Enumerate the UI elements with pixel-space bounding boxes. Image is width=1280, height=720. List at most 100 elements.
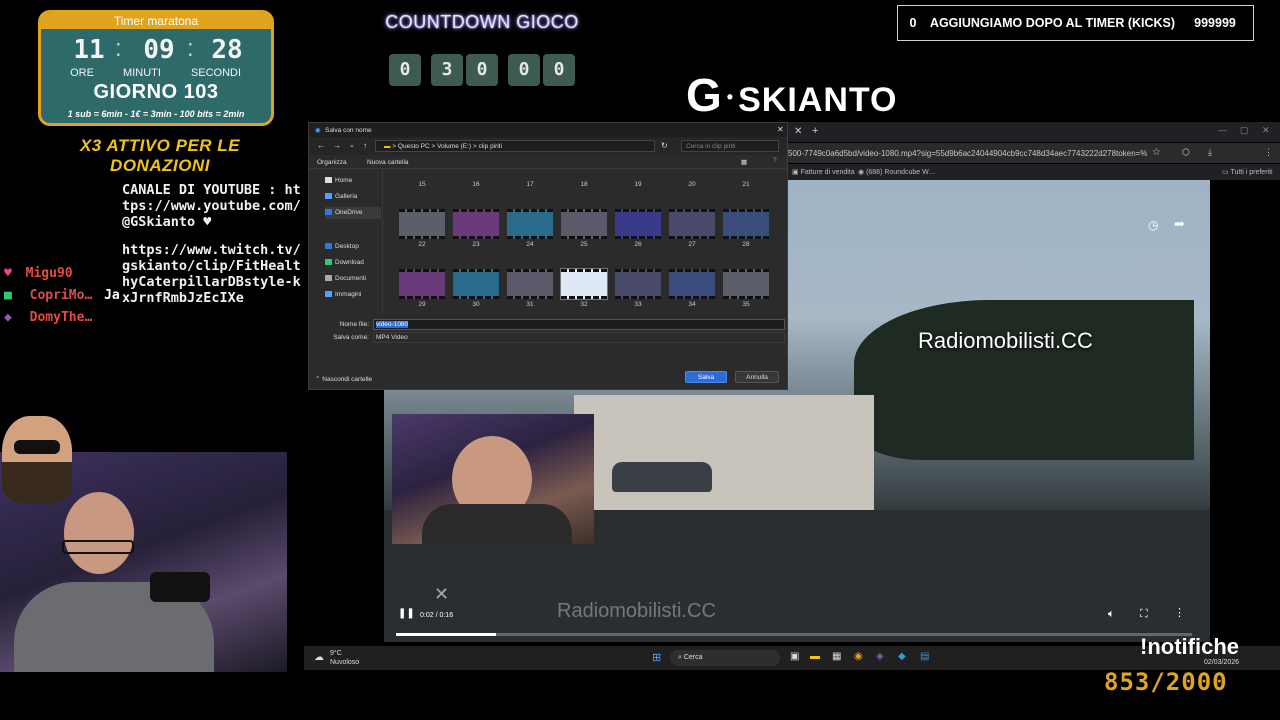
minimize-icon[interactable]: — (1218, 125, 1227, 135)
video-thumbnail[interactable] (507, 269, 553, 299)
cancel-button[interactable]: Annulla (735, 371, 779, 383)
pause-icon[interactable]: ❚❚ (398, 608, 415, 619)
chrome-icon[interactable]: ◉ (854, 651, 863, 662)
timer-hours: 11 (73, 35, 105, 65)
countdown-title: COUNTDOWN GIOCO (385, 12, 579, 32)
logo-g: G (686, 69, 723, 121)
logo-name: SKIANTO (738, 81, 898, 119)
up-arrow-icon[interactable]: ↑ (363, 141, 367, 150)
refresh-icon[interactable]: ↻ (661, 141, 668, 150)
help-icon[interactable]: ? (773, 157, 777, 164)
home-icon (325, 177, 332, 184)
bookmark-item[interactable]: ◉ (688) Roundcube W… (858, 168, 936, 176)
file-name-label: 23 (472, 241, 480, 248)
webcam-overlay (392, 414, 594, 544)
bookmark-item[interactable]: ▭ Tutti i preferiti (1222, 168, 1273, 176)
video-thumbnail[interactable] (399, 269, 445, 299)
app-icon[interactable]: ▤ (920, 651, 929, 662)
forward-arrow-icon[interactable]: → (333, 141, 341, 150)
dialog-search-input[interactable]: Cerca in clip piriti (681, 140, 779, 152)
video-thumbnail[interactable] (723, 209, 769, 239)
video-thumbnail[interactable] (560, 268, 608, 300)
window-close-icon[interactable]: ✕ (1262, 125, 1270, 136)
new-tab-icon[interactable]: + (812, 125, 818, 137)
video-progress-bar[interactable] (396, 633, 1192, 636)
microphone (150, 572, 210, 602)
navigation-pane: Home Galleria OneDrive Desktop Download … (309, 169, 383, 313)
breadcrumb[interactable]: ▬ > Questo PC > Volume (E:) > clip pirit… (375, 140, 655, 152)
nav-item-galleria[interactable]: Galleria (325, 191, 381, 203)
folder-icon[interactable]: ▬ (810, 651, 820, 662)
download-icon (325, 259, 332, 266)
chevron-down-icon[interactable]: ⌄ (349, 141, 355, 149)
clock-icon[interactable]: ◷ (1148, 218, 1158, 232)
url-text[interactable]: 500-7749c0a6d5bd/video-1080.mp4?sig=55d9… (788, 149, 1148, 158)
glasses (62, 540, 134, 554)
nav-item-immagini[interactable]: Immagini (325, 289, 381, 301)
store-icon[interactable]: ▦ (832, 651, 841, 662)
taskbar-search[interactable]: ⌕ Cerca (670, 650, 780, 666)
video-thumbnail[interactable] (507, 209, 553, 239)
filetype-select[interactable]: MP4 Video (373, 332, 785, 343)
desktop-icon (325, 243, 332, 250)
star-icon[interactable]: ☆ (1152, 147, 1161, 158)
dialog-close-icon[interactable]: ✕ (777, 125, 784, 134)
breadcrumb-item[interactable]: Volume (E:) (437, 143, 471, 150)
timer-minutes-label: MINUTI (123, 67, 161, 79)
organize-button[interactable]: Organizza (317, 159, 347, 166)
video-thumbnail[interactable] (615, 269, 661, 299)
logo-watermark-icon: ✕ (434, 584, 450, 604)
fullscreen-icon[interactable]: ⛶ (1140, 608, 1148, 621)
heart-icon: ♥ (4, 266, 12, 281)
nav-item-onedrive[interactable]: OneDrive (325, 207, 381, 219)
nav-item-home[interactable]: Home (325, 175, 381, 187)
breadcrumb-item[interactable]: Questo PC (398, 143, 430, 150)
video-thumbnail[interactable] (453, 269, 499, 299)
taskview-icon[interactable]: ▣ (790, 651, 799, 662)
video-thumbnail[interactable] (561, 209, 607, 239)
timer-colon: : (187, 35, 194, 62)
video-thumbnail[interactable] (399, 209, 445, 239)
video-thumbnail[interactable] (615, 209, 661, 239)
steam-icon[interactable]: ◆ (898, 651, 906, 662)
breadcrumb-item[interactable]: clip piriti (479, 143, 502, 150)
video-thumbnail[interactable] (723, 269, 769, 299)
download-icon[interactable]: ⤓ (1208, 147, 1212, 158)
browser-urlbar[interactable]: 500-7749c0a6d5bd/video-1080.mp4?sig=55d9… (788, 143, 1280, 163)
share-icon[interactable]: ➦ (1174, 216, 1185, 232)
volume-icon[interactable]: 🔈︎ (1108, 608, 1115, 621)
new-folder-button[interactable]: Nuova cartella (367, 159, 409, 166)
extensions-icon[interactable]: ⬡ (1182, 147, 1190, 158)
more-options-icon[interactable]: ⋮ (1174, 606, 1185, 619)
nav-item-documenti[interactable]: Documenti (325, 273, 381, 285)
file-name-label: 17 (526, 181, 534, 188)
discord-icon[interactable]: ◈ (876, 651, 884, 662)
nav-item-desktop[interactable]: Desktop (325, 241, 381, 253)
menu-icon[interactable]: ⋮ (1264, 147, 1273, 158)
save-as-dialog: ◉ Salva con nome ✕ ← → ⌄ ↑ ▬ > Questo PC… (308, 122, 788, 390)
bookmark-item[interactable]: ▣ Fatture di vendita (792, 168, 855, 176)
countdown-digit: 0 (508, 54, 540, 86)
document-icon (325, 275, 332, 282)
back-arrow-icon[interactable]: ← (317, 141, 325, 150)
save-button[interactable]: Salva (685, 371, 727, 383)
file-name-label: 30 (472, 301, 480, 308)
filename-input[interactable]: video-1080 (373, 319, 785, 330)
file-name-label: 20 (688, 181, 696, 188)
kicks-left-value: 0 (909, 16, 917, 30)
windows-taskbar: ☁ 9°C Nuvoloso ⊞ ⌕ Cerca ▣ ▬ ▦ ◉ ◈ ◆ ▤ 0… (304, 646, 1280, 670)
hide-folders-toggle[interactable]: ⌃ Nascondi cartelle (315, 375, 372, 383)
video-thumbnail[interactable] (669, 269, 715, 299)
nav-item-download[interactable]: Download (325, 257, 381, 269)
timer-rates: 1 sub = 6min - 1€ = 3min - 100 bits = 2m… (67, 109, 245, 119)
close-tab-icon[interactable]: ✕ (794, 126, 802, 137)
file-name-label: 15 (418, 181, 426, 188)
video-thumbnail[interactable] (669, 209, 715, 239)
controller-icon: ◆ (4, 310, 12, 325)
view-options-icon[interactable]: ▦ (741, 158, 747, 166)
file-name-label: 19 (634, 181, 642, 188)
video-thumbnail[interactable] (453, 209, 499, 239)
maximize-icon[interactable]: ▢ (1240, 125, 1249, 136)
windows-start-icon[interactable]: ⊞ (652, 651, 661, 664)
browser-tabbar: ✕ + — ▢ ✕ (788, 122, 1280, 142)
